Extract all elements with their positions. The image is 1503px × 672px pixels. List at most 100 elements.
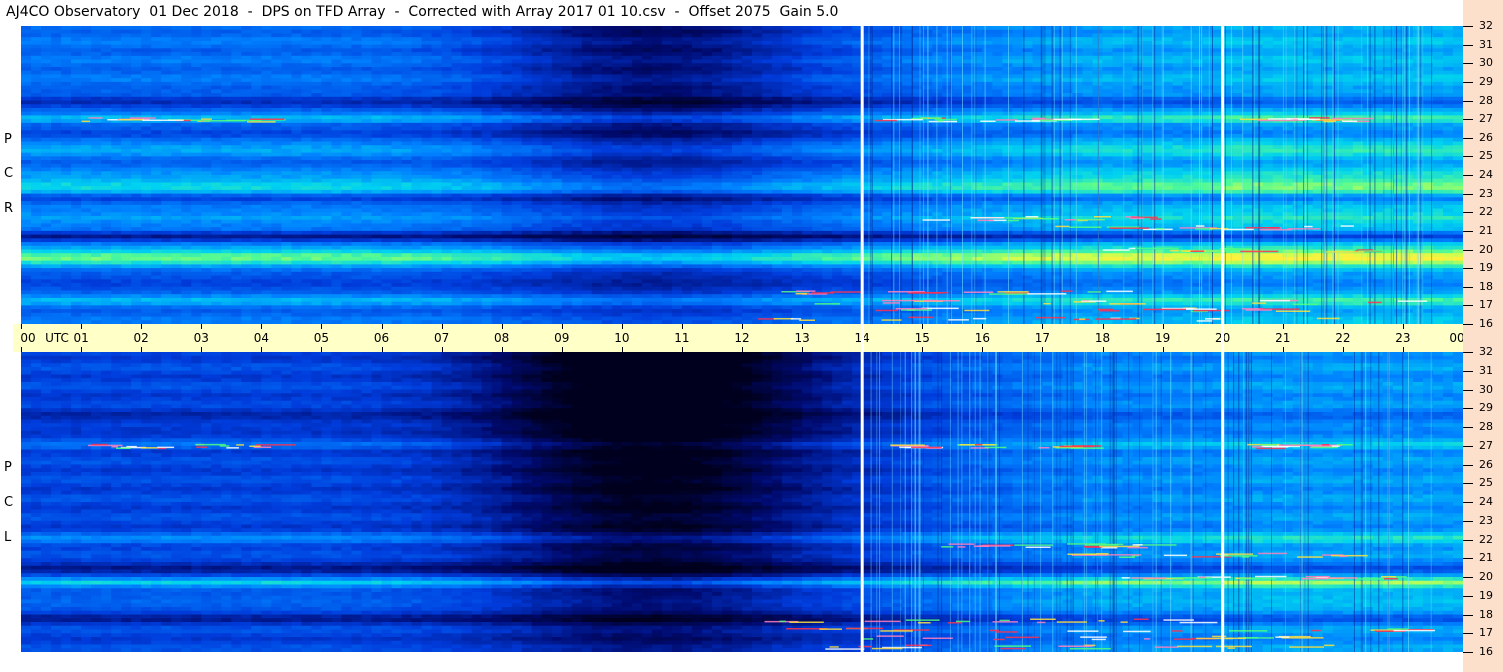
spectrogram-cell [451, 59, 463, 64]
spectrogram-cell [331, 59, 343, 64]
spectrogram-cell [621, 55, 633, 61]
spectrogram-cell [301, 81, 312, 87]
spectrogram-cell [782, 100, 793, 105]
spectrogram-cell [271, 55, 282, 61]
spectrogram-cell [1152, 93, 1164, 98]
spectrogram-cell [331, 37, 343, 42]
spectrogram-cell [51, 78, 62, 83]
spectrogram-cell [461, 122, 473, 128]
spectrogram-cell [361, 29, 373, 35]
spectrogram-cell [231, 48, 242, 53]
spectrogram-cell [1232, 134, 1244, 139]
spectrogram-cell [902, 122, 913, 128]
spectrogram-cell [491, 78, 503, 83]
spectrogram-cell [812, 141, 823, 146]
spectrogram-cell [762, 59, 773, 64]
spectrogram-cell [501, 85, 513, 90]
spectrogram-cell [331, 126, 343, 131]
spectrogram-cell [972, 107, 983, 113]
spectrogram-cell [451, 63, 463, 68]
spectrogram-cell [261, 104, 272, 109]
spectrogram-cell [431, 93, 443, 98]
spectrogram-cell [581, 122, 593, 128]
spectrogram-cell [1172, 70, 1184, 76]
spectrogram-cell [591, 52, 603, 57]
spectrogram-cell [131, 81, 142, 87]
spectrogram-cell [71, 122, 82, 128]
spectrogram-cell [762, 141, 773, 146]
spectrogram-cell [41, 81, 52, 87]
spectrogram-cell [41, 63, 52, 68]
spectrogram-cell [1012, 40, 1023, 46]
spectrogram-cell [731, 37, 743, 42]
rcp-spectrogram-svg [21, 26, 1463, 324]
spectrogram-cell [211, 89, 222, 94]
spectrogram-cell [311, 74, 323, 79]
spectrogram-cell [541, 40, 553, 46]
spectrogram-cell [431, 115, 443, 120]
spectrogram-cell [1262, 148, 1274, 154]
spectrogram-cell [1262, 122, 1274, 128]
spectrogram-cell [391, 93, 403, 98]
spectrogram-cell [21, 63, 32, 68]
spectrogram-cell [982, 44, 993, 49]
spectrogram-cell [191, 100, 202, 105]
spectrogram-cell [131, 70, 142, 76]
spectrogram-cell [421, 40, 433, 46]
spectrogram-cell [802, 137, 813, 143]
spectrogram-cell [1342, 81, 1354, 87]
spectrogram-cell [1202, 119, 1214, 124]
spectrogram-cell [471, 81, 483, 87]
spectrogram-cell [571, 37, 583, 42]
spectrogram-cell [251, 100, 262, 105]
spectrogram-cell [281, 44, 292, 49]
spectrogram-cell [511, 141, 523, 146]
spectrogram-cell [131, 104, 142, 109]
spectrogram-cell [982, 70, 993, 76]
spectrogram-cell [762, 126, 773, 131]
spectrogram-cell [331, 152, 343, 157]
spectrogram-cell [1082, 122, 1094, 128]
spectrogram-cell [1072, 29, 1084, 35]
spectrogram-cell [631, 74, 643, 79]
spectrogram-cell [51, 100, 62, 105]
side-label-lcp: L C P [0, 352, 20, 652]
spectrogram-cell [211, 137, 222, 143]
spectrogram-cell [1062, 89, 1074, 94]
spectrogram-cell [291, 134, 302, 139]
spectrogram-cell [541, 111, 553, 116]
spectrogram-cell [701, 55, 713, 61]
spectrogram-cell [401, 93, 413, 98]
spectrogram-cell [1162, 93, 1174, 98]
spectrogram-cell [1082, 44, 1094, 49]
spectrogram-cell [41, 100, 52, 105]
spectrogram-cell [1202, 29, 1214, 35]
spectrogram-cell [1452, 44, 1463, 49]
spectrogram-cell [731, 52, 743, 57]
spectrogram-cell [271, 93, 282, 98]
spectrogram-cell [1142, 115, 1154, 120]
spectrogram-cell [161, 59, 172, 64]
spectrogram-cell [381, 52, 393, 57]
spectrogram-cell [211, 107, 222, 113]
rcp-spectrogram[interactable] [21, 26, 1463, 324]
spectrogram-cell [721, 81, 733, 87]
spectrogram-cell [91, 122, 102, 128]
spectrogram-cell [181, 93, 192, 98]
spectrogram-cell [261, 141, 272, 146]
spectrogram-cell [1072, 134, 1084, 139]
spectrogram-cell [161, 37, 172, 42]
spectrogram-cell [1142, 126, 1154, 131]
spectrogram-cell [261, 70, 272, 76]
spectrogram-cell [932, 126, 943, 131]
spectrogram-cell [611, 100, 623, 105]
spectrogram-cell [1432, 96, 1444, 102]
spectrogram-cell [1042, 40, 1054, 46]
spectrogram-cell [872, 55, 883, 61]
spectrogram-cell [381, 145, 393, 150]
spectrogram-cell [301, 119, 312, 124]
spectrogram-cell [872, 37, 883, 42]
spectrogram-cell [742, 104, 753, 109]
spectrogram-cell [121, 122, 132, 128]
spectrogram-cell [1042, 85, 1054, 90]
